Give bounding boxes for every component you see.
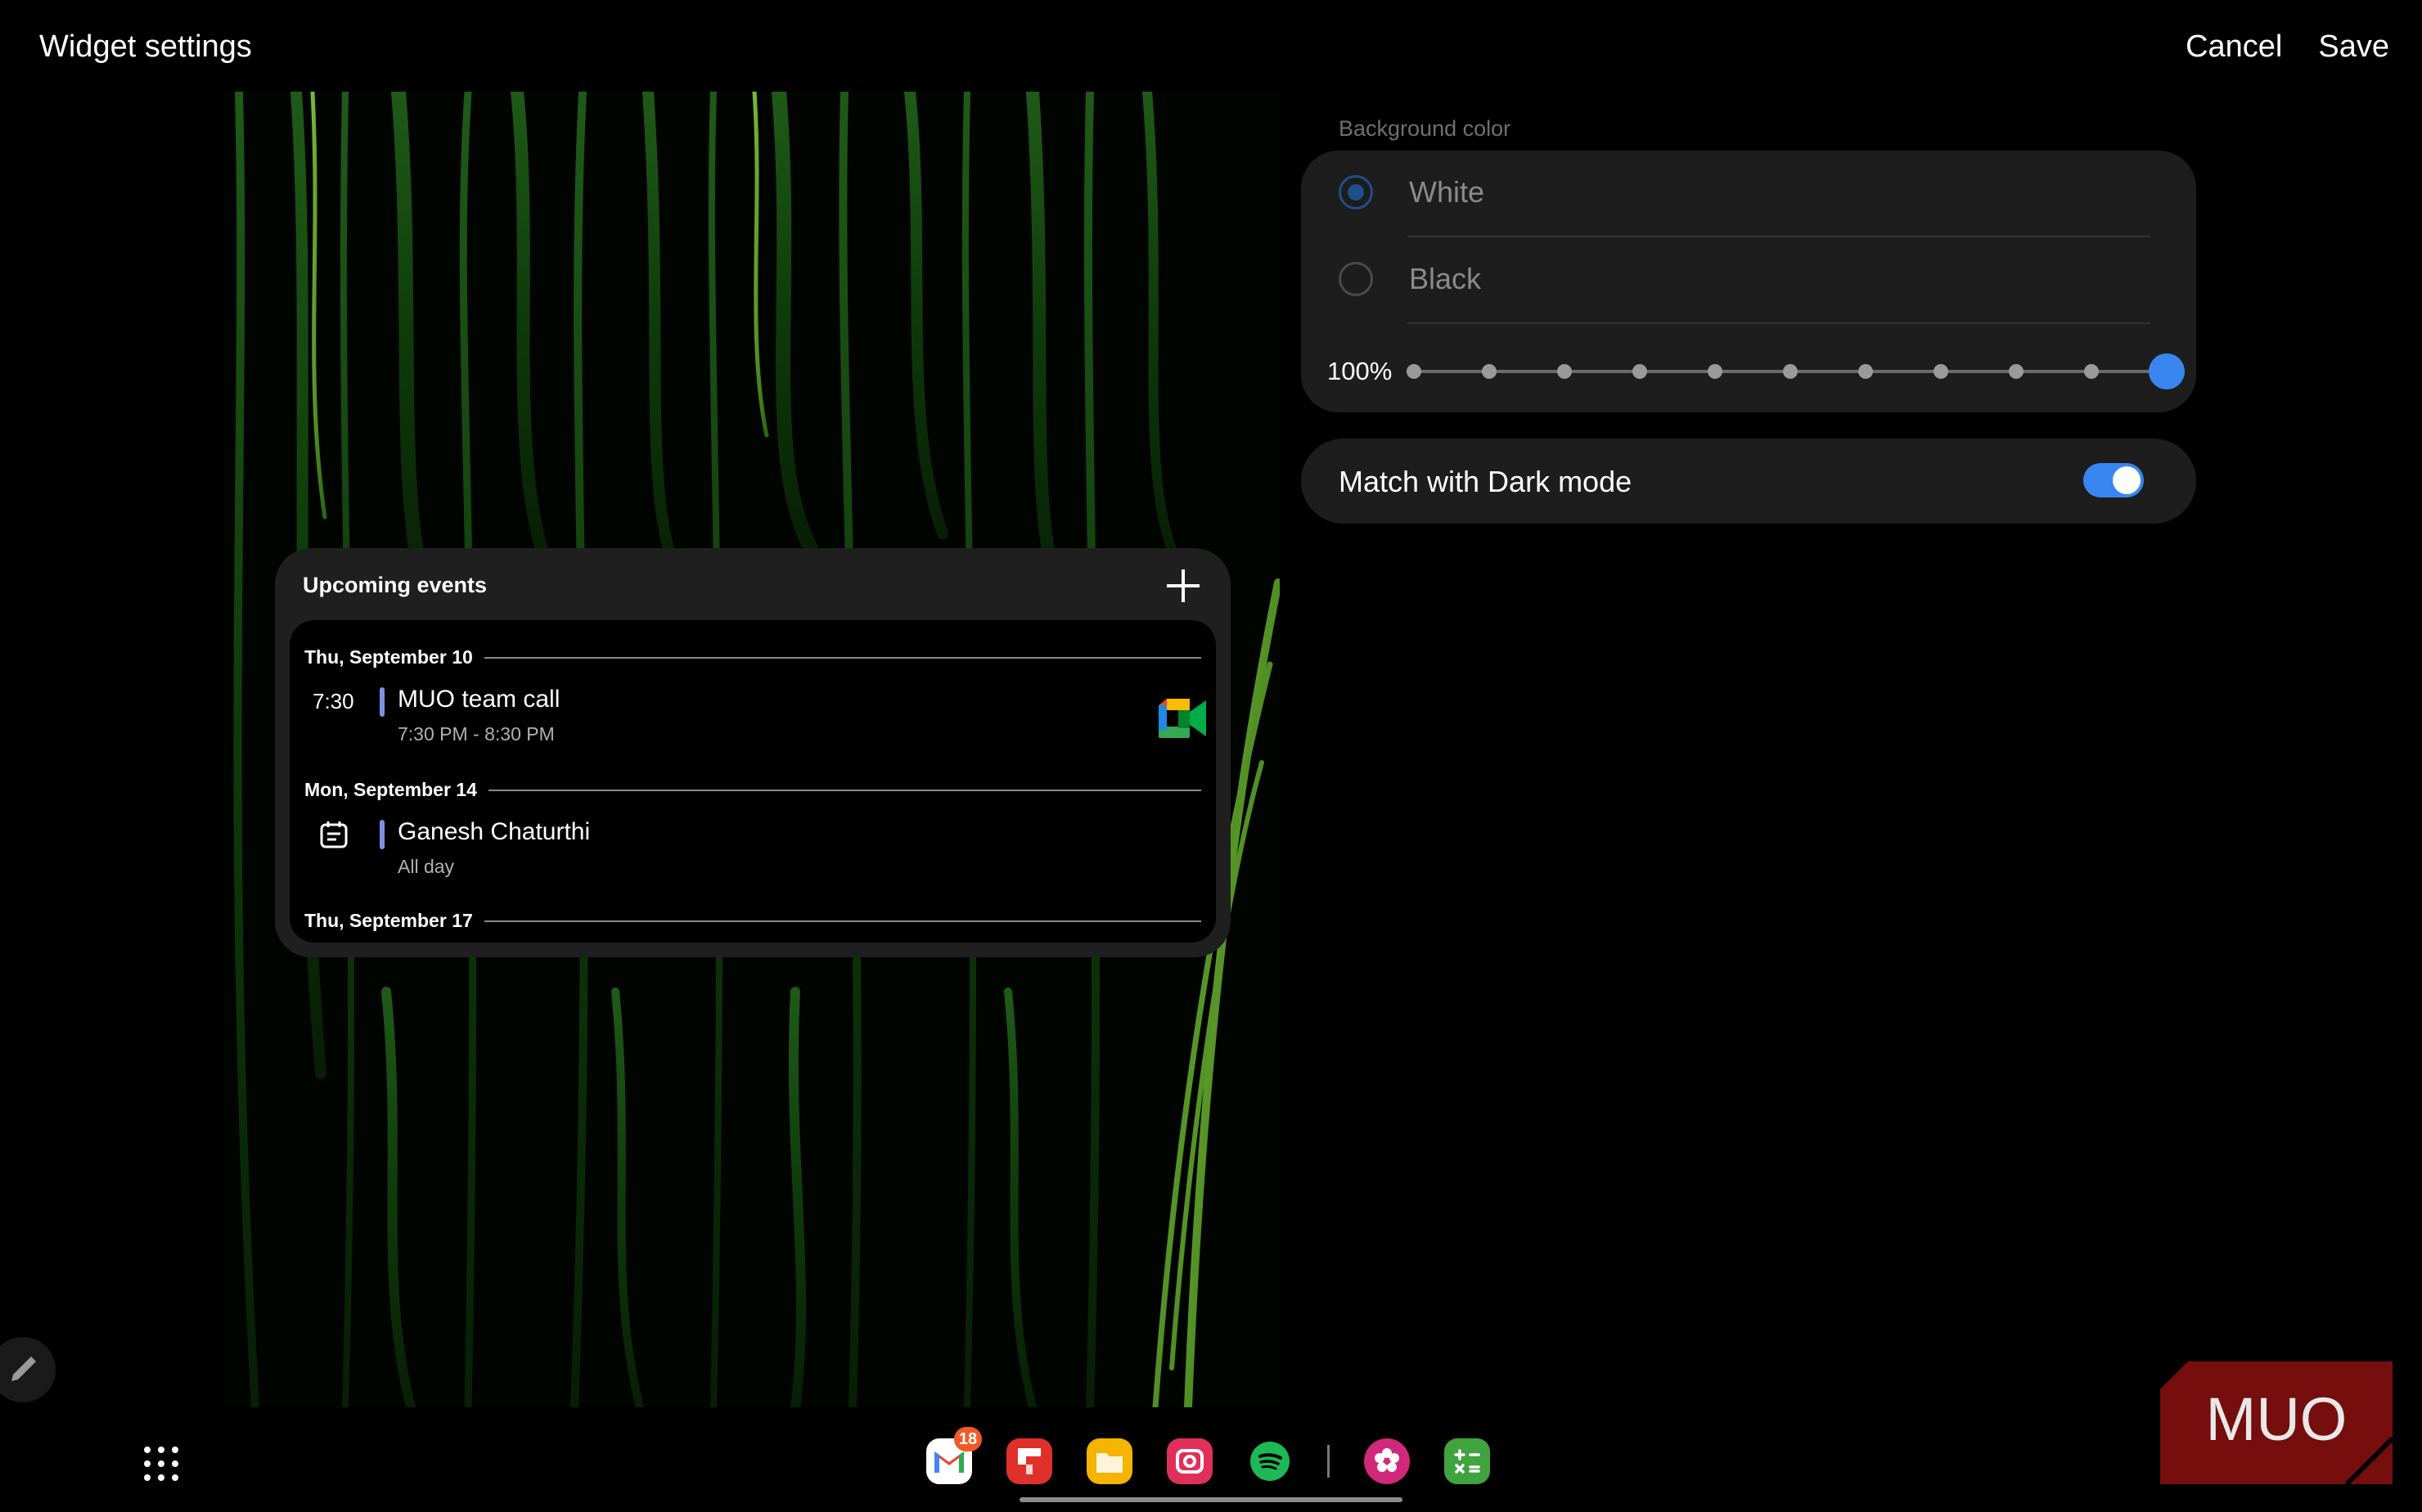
option-white[interactable]: White [1339, 175, 1484, 209]
date-header: Mon, September 14 [304, 779, 1201, 801]
event-color-bar [380, 820, 385, 849]
match-dark-mode-toggle[interactable] [2083, 463, 2144, 497]
pencil-icon [11, 1357, 36, 1381]
app-grid-icon[interactable] [144, 1447, 178, 1481]
cancel-button[interactable]: Cancel [2186, 29, 2282, 65]
radio-unselected-icon[interactable] [1339, 262, 1373, 296]
top-actions: Cancel Save [2186, 29, 2389, 65]
radio-selected-icon[interactable] [1339, 175, 1373, 209]
transparency-value: 100% [1327, 357, 1393, 385]
spotify-icon[interactable] [1247, 1438, 1293, 1484]
divider [1407, 236, 2150, 237]
transparency-slider[interactable] [1407, 353, 2185, 389]
events-list: Thu, September 10 7:30 MUO team call 7:3… [290, 620, 1216, 943]
slider-thumb[interactable] [2149, 353, 2185, 389]
event-subtitle: 7:30 PM - 8:30 PM [398, 723, 555, 745]
muo-logo: MUO [2160, 1361, 2393, 1484]
date-label: Thu, September 17 [304, 910, 473, 931]
match-dark-mode-row[interactable]: Match with Dark mode [1301, 439, 2196, 524]
slider-step[interactable] [1482, 364, 1497, 379]
divider [1407, 322, 2150, 324]
slider-step[interactable] [1858, 364, 1873, 379]
notification-badge: 18 [954, 1427, 982, 1451]
slider-step[interactable] [1632, 364, 1647, 379]
event-title[interactable]: MUO team call [398, 686, 560, 713]
slider-step[interactable] [2084, 364, 2099, 379]
flipboard-icon[interactable] [1006, 1438, 1052, 1484]
event-color-bar [380, 687, 385, 717]
page-title: Widget settings [39, 29, 252, 64]
match-dark-mode-label: Match with Dark mode [1339, 465, 1632, 498]
files-icon[interactable] [1087, 1438, 1132, 1484]
calculator-icon[interactable] [1444, 1438, 1490, 1484]
date-label: Thu, September 10 [304, 646, 473, 668]
calendar-icon [320, 821, 348, 848]
dock-separator [1327, 1445, 1330, 1478]
home-indicator[interactable] [1020, 1497, 1402, 1502]
event-subtitle: All day [398, 856, 455, 877]
option-black[interactable]: Black [1339, 262, 1481, 296]
google-meet-icon[interactable] [1159, 699, 1206, 738]
slider-step[interactable] [1708, 364, 1722, 379]
date-header: Thu, September 10 [304, 646, 1201, 668]
blossom-icon[interactable] [1364, 1438, 1410, 1484]
svg-text:MUO: MUO [2206, 1385, 2348, 1453]
slider-step[interactable] [1557, 364, 1572, 379]
slider-step[interactable] [1783, 364, 1798, 379]
option-label: Black [1409, 262, 1482, 295]
date-header: Thu, September 17 [304, 910, 1201, 932]
edit-pencil-button[interactable] [0, 1337, 56, 1402]
background-color-card: White Black 100% [1301, 151, 2196, 412]
option-label: White [1409, 175, 1485, 209]
slider-step[interactable] [1934, 364, 1948, 379]
event-title[interactable]: Ganesh Chaturthi [398, 818, 590, 846]
background-color-label: Background color [1339, 116, 1511, 141]
upcoming-events-widget[interactable]: Upcoming events Thu, September 10 7:30 M… [275, 548, 1231, 957]
camera-icon[interactable] [1167, 1438, 1213, 1484]
widget-title: Upcoming events [303, 573, 488, 597]
app-dock: 18 [926, 1427, 1490, 1484]
date-label: Mon, September 14 [304, 779, 477, 800]
gmail-icon[interactable]: 18 [926, 1427, 982, 1484]
event-time: 7:30 [313, 689, 354, 713]
plus-icon[interactable] [1165, 568, 1201, 604]
slider-step[interactable] [2009, 364, 2024, 379]
slider-step[interactable] [1407, 364, 1421, 379]
save-button[interactable]: Save [2318, 29, 2389, 65]
